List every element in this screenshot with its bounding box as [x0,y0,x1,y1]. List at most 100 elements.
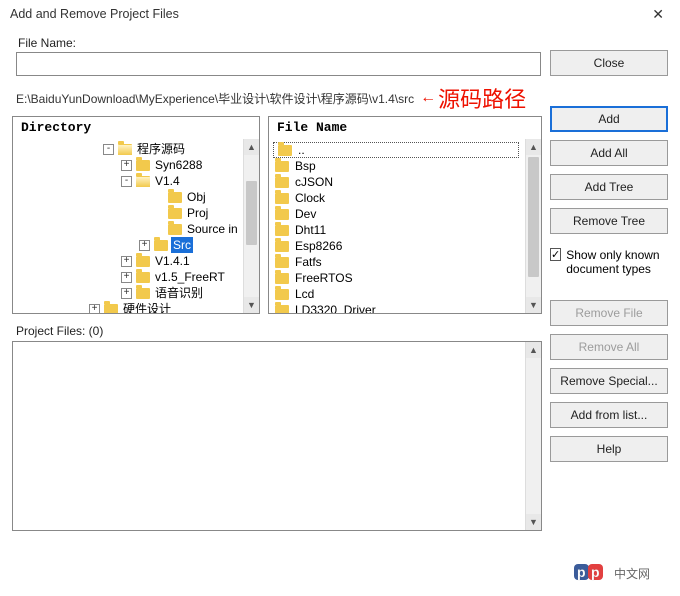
scroll-down-icon[interactable]: ▼ [244,297,259,313]
expand-icon[interactable]: + [121,160,132,171]
file-list-item-label: Esp8266 [295,239,342,253]
expand-icon[interactable]: + [89,304,100,314]
folder-icon [154,240,168,251]
file-list-item[interactable]: Esp8266 [273,238,521,254]
scrollbar-thumb[interactable] [246,181,257,245]
window-title: Add and Remove Project Files [10,7,179,21]
help-button[interactable]: Help [550,436,668,462]
tree-node[interactable]: Obj [13,189,243,205]
file-name-input[interactable] [16,52,541,76]
file-name-panel: File Name .. BspcJSONClock DevDht11Esp8266… [268,116,542,314]
remove-tree-button[interactable]: Remove Tree [550,208,668,234]
watermark: pp 中文网 [574,564,650,582]
expand-icon[interactable]: + [139,240,150,251]
tree-node[interactable]: + v1.5_FreeRT [13,269,243,285]
annotation-label: 源码路径 [438,82,526,114]
file-list-item-label: Bsp [295,159,316,173]
remove-all-button[interactable]: Remove All [550,334,668,360]
scroll-down-icon[interactable]: ▼ [526,514,541,530]
file-list-item[interactable]: Clock [273,190,521,206]
tree-node-label: 语音识别 [153,285,205,301]
directory-scrollbar[interactable]: ▲ ▼ [243,139,259,313]
file-list-item-label: Dev [295,207,316,221]
tree-node-label: Proj [185,205,210,221]
tree-node-label: Source in [185,221,240,237]
tree-node[interactable]: + Src [13,237,243,253]
file-list[interactable]: .. BspcJSONClock DevDht11Esp8266FatfsFreeR… [269,139,525,313]
file-list-item[interactable]: LD3320_Driver [273,302,521,313]
folder-icon [136,288,150,299]
remove-special-button[interactable]: Remove Special... [550,368,668,394]
project-files-scrollbar[interactable]: ▲ ▼ [525,342,541,530]
file-list-item[interactable]: .. [273,142,519,158]
file-list-item[interactable]: Fatfs [273,254,521,270]
tree-node-label: 程序源码 [135,141,187,157]
file-list-item[interactable]: cJSON [273,174,521,190]
current-path-text: E:\BaiduYunDownload\MyExperience\毕业设计\软件… [16,90,414,107]
tree-node-label: V1.4.1 [153,253,192,269]
directory-panel: Directory -程序源码+Syn6288-V1.4ObjProjSourc… [12,116,260,314]
scroll-up-icon[interactable]: ▲ [526,139,541,155]
folder-icon [275,161,289,172]
tree-node-label: Obj [185,189,208,205]
file-scrollbar[interactable]: ▲ ▼ [525,139,541,313]
file-list-item[interactable]: Dev [273,206,521,222]
tree-node-label: 硬件设计 [121,301,173,313]
project-files-listbox[interactable]: ▲ ▼ [12,341,542,531]
expand-icon[interactable]: + [121,272,132,283]
scroll-down-icon[interactable]: ▼ [526,297,541,313]
folder-icon [278,145,292,156]
expand-icon[interactable]: + [121,256,132,267]
file-name-panel-header: File Name [269,117,541,139]
folder-icon [168,224,182,235]
folder-icon [275,209,289,220]
folder-icon [104,304,118,314]
annotation-arrow-icon: ← [420,89,436,107]
folder-icon [118,144,132,155]
file-list-item-label: LD3320_Driver [295,303,376,313]
folder-icon [136,160,150,171]
tree-node[interactable]: + V1.4.1 [13,253,243,269]
add-button[interactable]: Add [550,106,668,132]
add-all-button[interactable]: Add All [550,140,668,166]
tree-node[interactable]: + 语音识别 [13,285,243,301]
add-tree-button[interactable]: Add Tree [550,174,668,200]
file-list-item[interactable]: FreeRTOS [273,270,521,286]
folder-icon [136,176,150,187]
tree-node[interactable]: Source in [13,221,243,237]
folder-icon [136,272,150,283]
folder-icon [168,192,182,203]
close-button[interactable]: Close [550,50,668,76]
show-only-known-checkbox[interactable]: ✓ Show only known document types [550,248,668,276]
scroll-up-icon[interactable]: ▲ [526,342,541,358]
watermark-text: 中文网 [614,565,650,582]
tree-node[interactable]: - 程序源码 [13,141,243,157]
collapse-icon[interactable]: - [103,144,114,155]
tree-node[interactable]: +Syn6288 [13,157,243,173]
tree-node[interactable]: + 硬件设计 [13,301,243,313]
tree-node-label: V1.4 [153,173,182,189]
scrollbar-thumb[interactable] [528,157,539,277]
scroll-up-icon[interactable]: ▲ [244,139,259,155]
tree-node[interactable]: - V1.4 [13,173,243,189]
folder-icon [168,208,182,219]
tree-node-label: v1.5_FreeRT [153,269,227,285]
folder-icon [275,257,289,268]
add-from-list-button[interactable]: Add from list... [550,402,668,428]
file-list-item-label: .. [298,143,305,157]
folder-icon [275,289,289,300]
collapse-icon[interactable]: - [121,176,132,187]
tree-node[interactable]: Proj [13,205,243,221]
tree-node-label: Src [171,237,193,253]
file-list-item-label: Clock [295,191,325,205]
expand-icon[interactable]: + [121,288,132,299]
checkbox-label: Show only known document types [566,248,668,276]
checkbox-icon: ✓ [550,248,561,261]
remove-file-button[interactable]: Remove File [550,300,668,326]
directory-tree[interactable]: -程序源码+Syn6288-V1.4ObjProjSource in+Src+V… [13,139,243,313]
folder-icon [275,305,289,314]
window-close-button[interactable]: ✕ [646,6,670,23]
file-list-item[interactable]: Dht11 [273,222,521,238]
file-list-item[interactable]: Bsp [273,158,521,174]
file-list-item[interactable]: Lcd [273,286,521,302]
